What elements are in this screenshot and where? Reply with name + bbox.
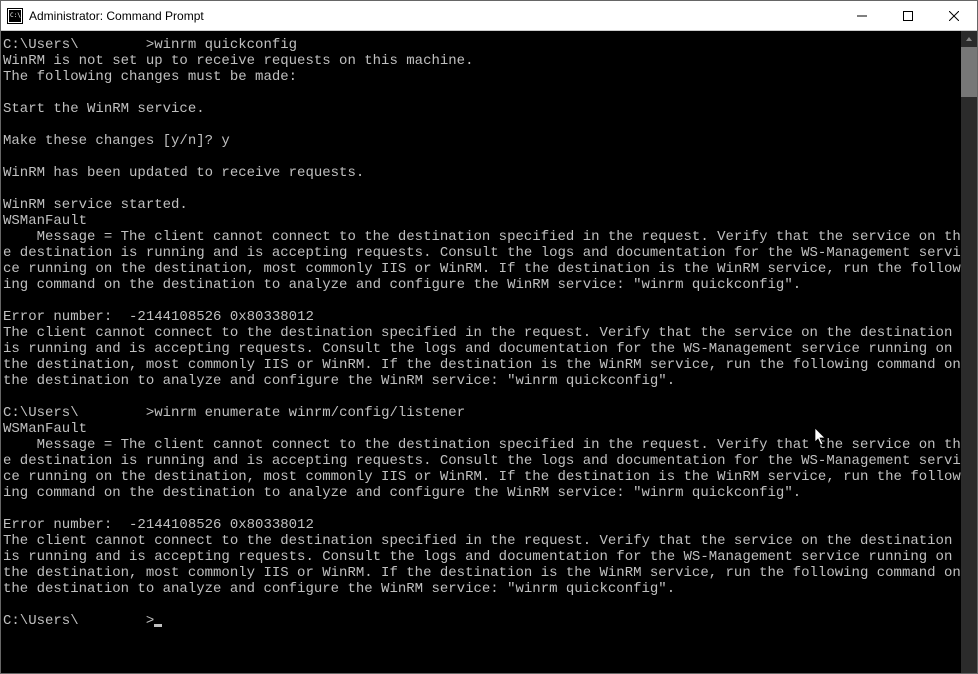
terminal-area: C:\Users\ >winrm quickconfig WinRM is no… <box>1 31 977 673</box>
output-line: WinRM service started. <box>3 197 188 213</box>
maximize-button[interactable] <box>885 1 931 30</box>
redacted-username <box>79 37 146 53</box>
titlebar[interactable]: C:\ Administrator: Command Prompt <box>1 1 977 31</box>
command-1: >winrm quickconfig <box>146 37 297 53</box>
redacted-username <box>79 613 146 629</box>
prompt: C:\Users\ <box>3 613 79 629</box>
output-error-text: The client cannot connect to the destina… <box>3 325 961 389</box>
output-line: WinRM is not set up to receive requests … <box>3 53 473 69</box>
output-line: The following changes must be made: <box>3 69 297 85</box>
prompt-end: > <box>146 613 154 629</box>
scroll-thumb[interactable] <box>961 47 977 97</box>
command-prompt-window: C:\ Administrator: Command Prompt C:\Use… <box>0 0 978 674</box>
minimize-button[interactable] <box>839 1 885 30</box>
output-error-number: Error number: -2144108526 0x80338012 <box>3 309 314 325</box>
output-message: Message = The client cannot connect to t… <box>3 229 961 293</box>
window-title: Administrator: Command Prompt <box>29 9 839 23</box>
output-message: Message = The client cannot connect to t… <box>3 437 961 501</box>
cursor <box>154 624 162 627</box>
close-button[interactable] <box>931 1 977 30</box>
output-line: WSManFault <box>3 421 87 437</box>
cmd-icon: C:\ <box>7 8 23 24</box>
vertical-scrollbar[interactable] <box>961 31 977 673</box>
svg-text:C:\: C:\ <box>10 12 21 19</box>
output-line: WSManFault <box>3 213 87 229</box>
command-2: >winrm enumerate winrm/config/listener <box>146 405 465 421</box>
output-line: Make these changes [y/n]? y <box>3 133 230 149</box>
window-controls <box>839 1 977 30</box>
prompt: C:\Users\ <box>3 405 79 421</box>
redacted-username <box>79 405 146 421</box>
output-line: Start the WinRM service. <box>3 101 205 117</box>
terminal-output[interactable]: C:\Users\ >winrm quickconfig WinRM is no… <box>1 31 961 673</box>
output-error-text: The client cannot connect to the destina… <box>3 533 961 597</box>
output-error-number: Error number: -2144108526 0x80338012 <box>3 517 314 533</box>
scroll-up-arrow[interactable] <box>961 31 977 47</box>
output-line: WinRM has been updated to receive reques… <box>3 165 364 181</box>
prompt: C:\Users\ <box>3 37 79 53</box>
